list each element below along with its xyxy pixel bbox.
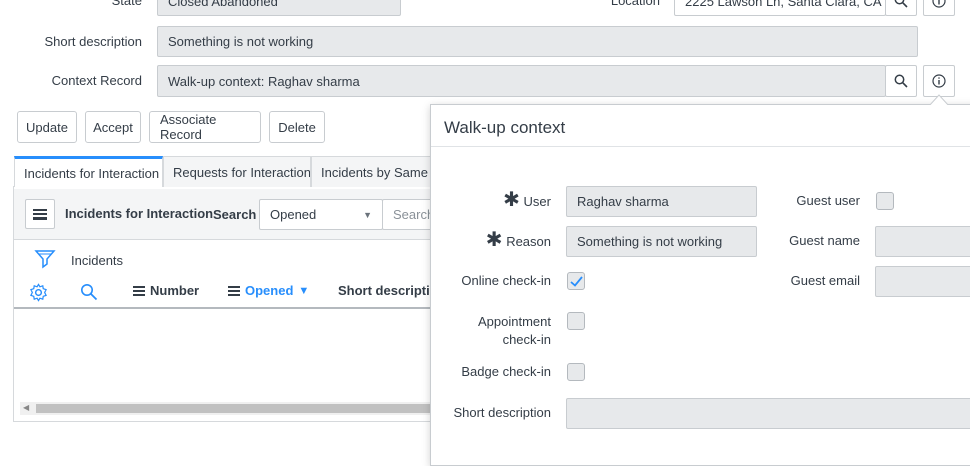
gear-icon[interactable] bbox=[29, 283, 48, 305]
search-icon[interactable] bbox=[80, 283, 98, 304]
reason-label-text: Reason bbox=[506, 234, 551, 249]
popup-short-description-label: Short description bbox=[453, 405, 551, 420]
guest-user-label: Guest user bbox=[796, 193, 860, 208]
popup-title: Walk-up context bbox=[444, 118, 566, 137]
mandatory-icon: ✱ bbox=[503, 189, 520, 211]
scrollbar-thumb[interactable] bbox=[36, 404, 450, 413]
info-icon bbox=[932, 74, 946, 88]
scroll-left-icon[interactable]: ◀ bbox=[23, 403, 29, 412]
location-lookup-button[interactable] bbox=[885, 0, 917, 16]
column-number[interactable]: Number bbox=[133, 283, 199, 298]
state-label: State bbox=[111, 0, 142, 8]
mandatory-icon: ✱ bbox=[485, 229, 503, 251]
short-description-label: Short description bbox=[44, 34, 142, 49]
guest-email-label: Guest email bbox=[790, 273, 860, 288]
badge-checkin-label: Badge check-in bbox=[461, 364, 551, 379]
short-description-field[interactable]: Something is not working bbox=[157, 26, 918, 57]
user-label: ✱ User bbox=[441, 190, 551, 210]
appointment-checkin-label: Appointment check-in bbox=[478, 314, 551, 347]
popup-caret bbox=[929, 94, 949, 106]
delete-button[interactable]: Delete bbox=[269, 111, 325, 143]
badge-checkin-checkbox[interactable] bbox=[567, 363, 585, 381]
column-opened[interactable]: Opened ▼ bbox=[228, 283, 309, 298]
reason-field[interactable]: Something is not working bbox=[566, 226, 757, 257]
update-button[interactable]: Update bbox=[17, 111, 77, 143]
location-info-button[interactable] bbox=[923, 0, 955, 16]
guest-name-label: Guest name bbox=[789, 233, 860, 248]
column-opened-label: Opened bbox=[245, 283, 294, 298]
location-label: Location bbox=[610, 0, 660, 8]
location-field[interactable]: 2225 Lawson Ln, Santa Clara, CA bbox=[674, 0, 886, 16]
column-menu-icon bbox=[228, 285, 240, 296]
tab-incidents-for-interaction[interactable]: Incidents for Interaction bbox=[14, 156, 163, 187]
context-record-label: Context Record bbox=[51, 73, 142, 88]
column-short-description-label: Short description bbox=[338, 283, 433, 298]
horizontal-scrollbar[interactable]: ◀ bbox=[20, 402, 450, 415]
context-record-info-button[interactable] bbox=[923, 65, 955, 97]
column-number-label: Number bbox=[150, 283, 200, 298]
context-record-lookup-button[interactable] bbox=[885, 65, 917, 97]
appointment-checkin-checkbox[interactable] bbox=[567, 312, 585, 330]
popup-title-divider bbox=[431, 146, 970, 147]
chevron-down-icon: ▼ bbox=[363, 209, 372, 220]
checkmark-icon bbox=[569, 275, 583, 287]
search-placeholder: Search bbox=[393, 207, 435, 222]
column-short-description[interactable]: Short description bbox=[333, 283, 433, 298]
context-record-field[interactable]: Walk-up context: Raghav sharma bbox=[157, 65, 886, 97]
state-field[interactable]: Closed Abandoned bbox=[157, 0, 401, 16]
info-icon bbox=[932, 0, 946, 8]
guest-email-field[interactable] bbox=[875, 266, 970, 297]
popup-short-description-field[interactable] bbox=[566, 398, 970, 429]
breadcrumb[interactable]: Incidents bbox=[71, 253, 123, 268]
column-menu-icon bbox=[133, 285, 145, 296]
tab-requests-for-interaction[interactable]: Requests for Interaction bbox=[163, 156, 311, 187]
search-field-selected: Opened bbox=[270, 207, 317, 222]
online-checkin-label: Online check-in bbox=[461, 273, 551, 288]
guest-name-field[interactable] bbox=[875, 226, 970, 257]
guest-user-checkbox[interactable] bbox=[876, 192, 894, 210]
search-label: Search bbox=[213, 207, 257, 222]
filter-icon[interactable] bbox=[34, 248, 56, 273]
column-divider bbox=[14, 307, 452, 309]
user-field[interactable]: Raghav sharma bbox=[566, 186, 757, 217]
accept-button[interactable]: Accept bbox=[85, 111, 141, 143]
list-title: Incidents for Interaction bbox=[65, 206, 214, 221]
associate-record-button[interactable]: Associate Record bbox=[149, 111, 261, 143]
reason-label: ✱ Reason bbox=[441, 230, 551, 250]
walk-up-context-popup: Walk-up context ✱ User Raghav sharma ✱ R… bbox=[430, 94, 970, 466]
search-field-select[interactable]: Opened ▼ bbox=[259, 199, 383, 230]
list-menu-button[interactable] bbox=[25, 199, 55, 229]
search-icon bbox=[894, 74, 908, 88]
hamburger-icon bbox=[33, 208, 47, 220]
search-icon bbox=[894, 0, 908, 8]
sort-desc-icon: ▼ bbox=[298, 284, 310, 297]
online-checkin-checkbox[interactable] bbox=[567, 272, 585, 290]
user-label-text: User bbox=[523, 194, 551, 209]
